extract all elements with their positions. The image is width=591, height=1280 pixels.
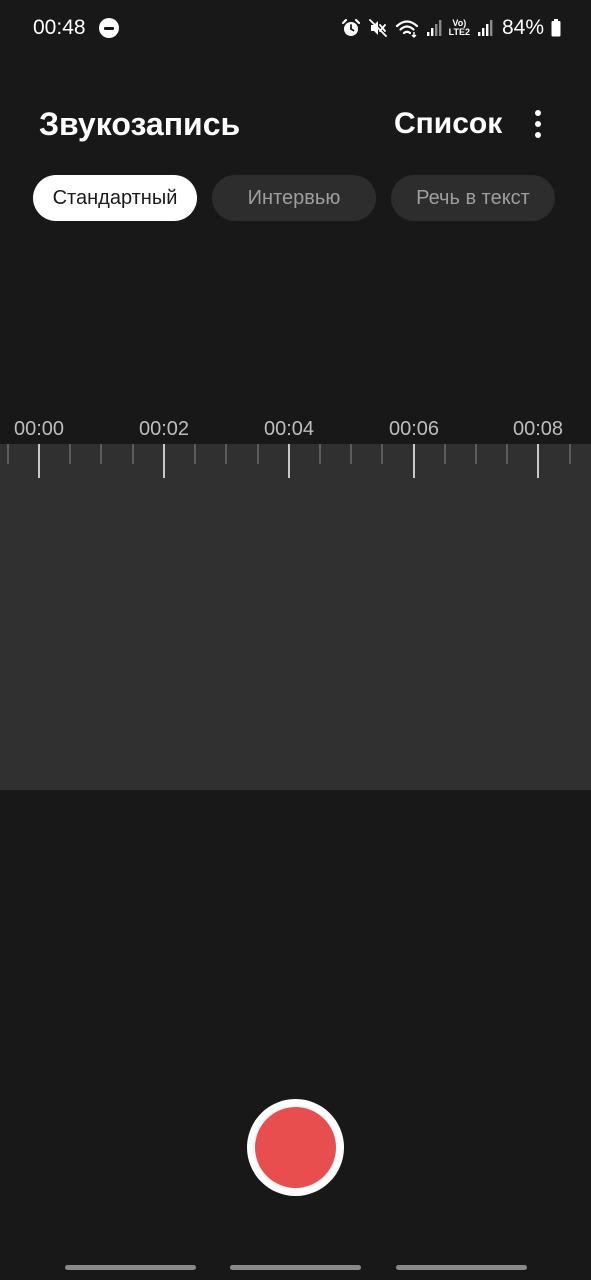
timeline-label: 00:06 — [388, 418, 440, 440]
timeline-label: 00:02 — [138, 418, 190, 440]
tab-interview[interactable]: Интервью — [212, 175, 376, 221]
tab-speech-to-text[interactable]: Речь в текст — [391, 175, 555, 221]
tab-standard[interactable]: Стандартный — [33, 175, 197, 221]
nav-home-button[interactable] — [230, 1265, 361, 1270]
signal-icon — [477, 20, 493, 36]
battery-percent: 84% — [501, 16, 544, 39]
more-vert-icon-dot — [535, 110, 541, 116]
lte-label: LTE2 — [448, 27, 470, 37]
app-title: Звукозапись — [39, 106, 241, 142]
status-icons: Vo) LTE2 84% — [341, 14, 561, 42]
record-icon — [255, 1107, 336, 1188]
nav-recents-button[interactable] — [65, 1265, 196, 1270]
timeline-labels: 00:00 00:02 00:04 00:06 00:08 — [0, 416, 591, 442]
list-button[interactable]: Список — [394, 104, 502, 144]
more-vert-icon-dot — [535, 132, 541, 138]
nav-back-button[interactable] — [396, 1265, 527, 1270]
timeline-label: 00:08 — [512, 418, 564, 440]
status-time: 00:48 — [33, 16, 86, 39]
more-options-button[interactable] — [521, 104, 555, 144]
do-not-disturb-icon — [99, 18, 119, 38]
volte-icon: Vo) LTE2 — [449, 19, 470, 37]
wifi-icon — [395, 20, 418, 38]
more-vert-icon-dot — [535, 121, 541, 127]
mute-icon — [368, 19, 387, 37]
record-button[interactable] — [247, 1099, 344, 1196]
timeline-label: 00:00 — [13, 418, 65, 440]
timeline-ruler — [7, 444, 571, 478]
alarm-icon — [341, 18, 360, 36]
status-bar: 00:48 Vo) LTE2 84% — [0, 0, 591, 56]
waveform-area — [0, 444, 591, 790]
battery-icon — [551, 19, 561, 37]
signal-icon — [426, 20, 442, 36]
timeline-label: 00:04 — [263, 418, 315, 440]
